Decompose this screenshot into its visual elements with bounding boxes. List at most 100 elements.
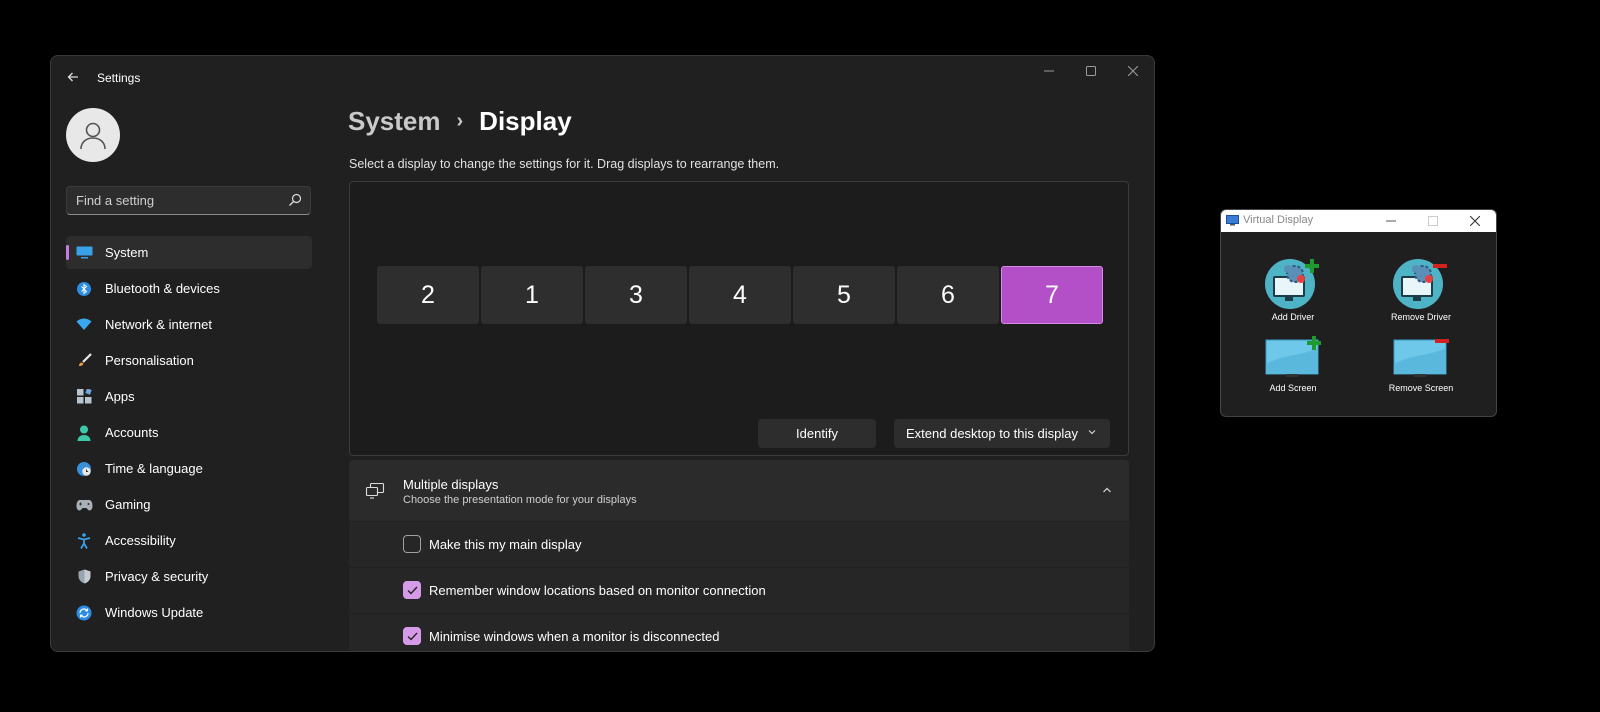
breadcrumb-parent[interactable]: System <box>348 106 441 137</box>
option-label: Remember window locations based on monit… <box>429 583 766 598</box>
sidebar-item-personalisation[interactable]: Personalisation <box>66 344 312 377</box>
remove-driver-label: Remove Driver <box>1390 312 1451 322</box>
remember-locations-checkbox[interactable] <box>403 581 421 599</box>
app-title: Settings <box>97 71 141 85</box>
shield-icon <box>75 568 93 586</box>
sidebar-item-label: Time & language <box>105 461 203 476</box>
multiple-displays-section: Multiple displays Choose the presentatio… <box>349 460 1129 651</box>
add-driver-button[interactable]: Add Driver <box>1238 257 1348 322</box>
remove-screen-button[interactable]: Remove Screen <box>1366 336 1476 393</box>
sidebar-nav: System Bluetooth & devices Network & int… <box>66 236 312 632</box>
sidebar-item-label: Accessibility <box>105 533 176 548</box>
sidebar-item-label: Gaming <box>105 497 151 512</box>
section-title: Multiple displays <box>403 477 499 492</box>
title-bar: Settings <box>51 56 1154 100</box>
multiple-displays-header[interactable]: Multiple displays Choose the presentatio… <box>349 460 1129 521</box>
vd-maximize-button[interactable] <box>1412 210 1454 232</box>
add-driver-icon <box>1265 259 1319 309</box>
sidebar-item-accessibility[interactable]: Accessibility <box>66 524 312 557</box>
wifi-icon <box>75 316 93 334</box>
close-button[interactable] <box>1112 56 1154 86</box>
sidebar-item-label: Windows Update <box>105 605 204 620</box>
chevron-down-icon <box>1088 430 1096 435</box>
add-driver-label: Add Driver <box>1271 312 1315 322</box>
monitor-tile[interactable]: 2 <box>377 266 479 324</box>
back-button[interactable] <box>63 68 83 88</box>
identify-button[interactable]: Identify <box>758 419 876 448</box>
monitor-tile[interactable]: 3 <box>585 266 687 324</box>
multiple-displays-icon <box>365 482 385 499</box>
globe-clock-icon <box>75 460 93 478</box>
display-arrangement-panel: 2 1 3 4 5 6 7 Identify Extend desktop to… <box>349 181 1129 456</box>
accessibility-icon <box>75 532 93 550</box>
monitor-tile[interactable]: 4 <box>689 266 791 324</box>
remove-screen-label: Remove Screen <box>1388 383 1454 393</box>
monitor-tile[interactable]: 1 <box>481 266 583 324</box>
add-screen-icon <box>1265 336 1321 377</box>
page-title: Display <box>479 106 572 136</box>
search-box[interactable] <box>66 186 311 215</box>
add-screen-button[interactable]: Add Screen <box>1238 336 1348 393</box>
vd-close-button[interactable] <box>1454 210 1496 232</box>
section-subtitle: Choose the presentation mode for your di… <box>403 494 637 506</box>
gamepad-icon <box>75 496 93 514</box>
update-icon <box>75 604 93 622</box>
window-controls <box>1028 56 1154 86</box>
sidebar-item-apps[interactable]: Apps <box>66 380 312 413</box>
arrangement-instruction: Select a display to change the settings … <box>349 157 780 171</box>
sidebar-item-label: Apps <box>105 389 135 404</box>
sidebar-item-label: Bluetooth & devices <box>105 281 220 296</box>
monitor-tile[interactable]: 5 <box>793 266 895 324</box>
person-icon <box>80 122 106 150</box>
minimise-windows-checkbox[interactable] <box>403 627 421 645</box>
main-display-checkbox[interactable] <box>403 535 421 553</box>
sidebar-item-accounts[interactable]: Accounts <box>66 416 312 449</box>
vd-minimize-button[interactable] <box>1370 210 1412 232</box>
vd-window-controls <box>1370 210 1496 232</box>
add-screen-label: Add Screen <box>1269 383 1317 393</box>
display-mode-dropdown[interactable]: Extend desktop to this display <box>894 419 1110 448</box>
close-icon <box>1470 216 1480 226</box>
breadcrumb-separator: › <box>456 110 464 132</box>
maximize-icon <box>1086 66 1096 76</box>
chevron-up-icon[interactable] <box>1101 484 1113 496</box>
option-label: Minimise windows when a monitor is disco… <box>429 629 720 644</box>
monitor-icon <box>75 244 93 262</box>
vd-title-bar: Virtual Display <box>1221 210 1496 232</box>
brush-icon <box>75 352 93 370</box>
minimize-button[interactable] <box>1028 56 1070 86</box>
breadcrumb: System › Display <box>348 106 572 137</box>
search-icon[interactable] <box>288 193 302 207</box>
person-icon <box>75 424 93 442</box>
option-label: Make this my main display <box>429 537 582 552</box>
sidebar-item-gaming[interactable]: Gaming <box>66 488 312 521</box>
sidebar-item-label: Privacy & security <box>105 569 209 584</box>
sidebar-item-bluetooth[interactable]: Bluetooth & devices <box>66 272 312 305</box>
virtual-display-window: Virtual Display Add Driver Remove Driver… <box>1220 209 1497 417</box>
user-avatar[interactable] <box>66 108 120 162</box>
search-input[interactable] <box>76 187 276 214</box>
sidebar-item-label: Network & internet <box>105 317 212 332</box>
sidebar-item-label: System <box>105 245 149 260</box>
display-mode-value: Extend desktop to this display <box>906 426 1078 441</box>
monitor-tile[interactable]: 6 <box>897 266 999 324</box>
settings-window: Settings System Bluetooth & devices <box>50 55 1155 652</box>
sidebar-item-time-language[interactable]: Time & language <box>66 452 312 485</box>
vd-window-title: Virtual Display <box>1243 214 1314 226</box>
sidebar-item-windows-update[interactable]: Windows Update <box>66 596 312 629</box>
sidebar-item-privacy[interactable]: Privacy & security <box>66 560 312 593</box>
maximize-button[interactable] <box>1070 56 1112 86</box>
vd-button-grid: Add Driver Remove Driver Add Screen Remo… <box>1221 232 1496 416</box>
remove-driver-button[interactable]: Remove Driver <box>1366 257 1476 322</box>
minimize-icon <box>1386 220 1396 222</box>
monitor-tile-selected[interactable]: 7 <box>1001 266 1103 324</box>
option-row: Minimise windows when a monitor is disco… <box>349 614 1129 651</box>
checkmark-icon <box>407 586 418 595</box>
option-row: Make this my main display <box>349 522 1129 567</box>
sidebar-item-label: Personalisation <box>105 353 194 368</box>
virtual-display-app-icon <box>1226 215 1239 226</box>
sidebar-item-network[interactable]: Network & internet <box>66 308 312 341</box>
apps-icon <box>75 388 93 406</box>
sidebar-item-system[interactable]: System <box>66 236 312 269</box>
sidebar-item-label: Accounts <box>105 425 159 440</box>
